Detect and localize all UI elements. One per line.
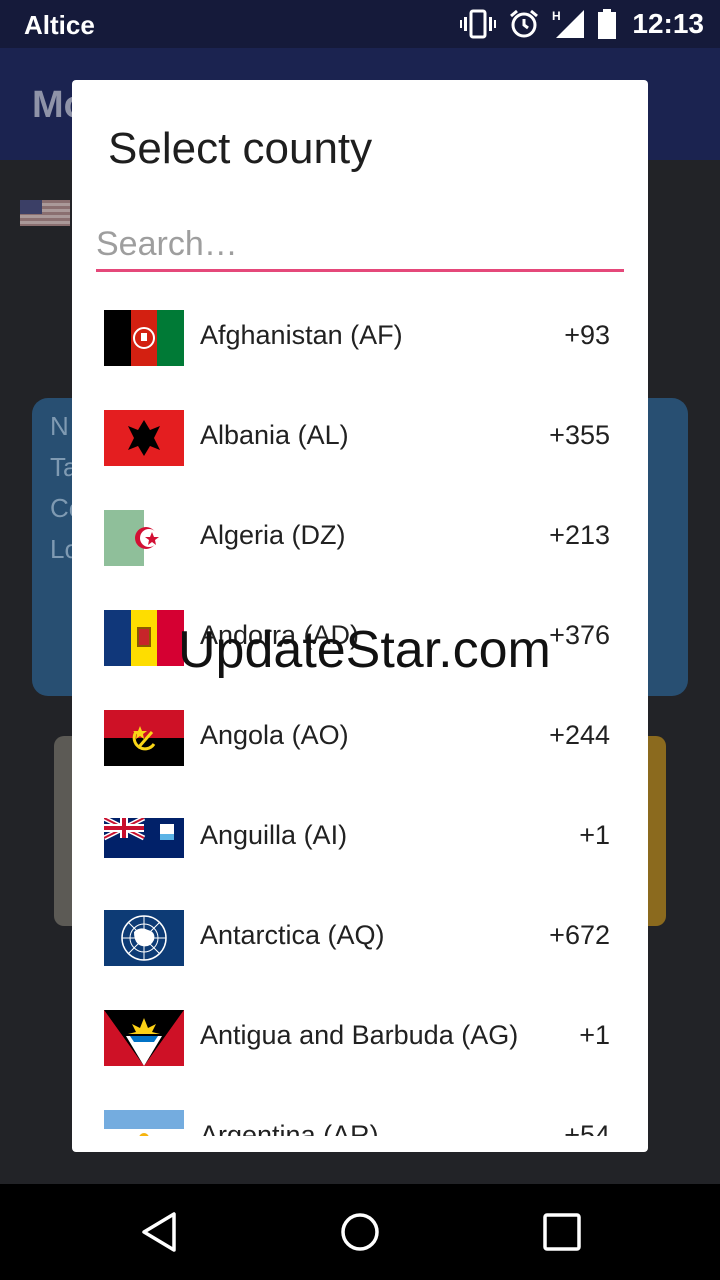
algeria-flag-icon (104, 510, 184, 566)
svg-text:H: H (552, 9, 561, 23)
dialog-title: Select county (108, 124, 373, 173)
country-list[interactable]: Afghanistan (AF) +93 Albania (AL) +355 A… (72, 288, 648, 1136)
dial-code: +376 (549, 620, 610, 650)
antarctica-flag-icon (104, 910, 184, 966)
watermark: UpdateStar.com (178, 621, 551, 679)
list-item-antigua-and-barbuda[interactable]: Antigua and Barbuda (AG) +1 (72, 988, 648, 1088)
list-item-anguilla[interactable]: Anguilla (AI) +1 (72, 788, 648, 888)
battery-icon (598, 9, 617, 39)
recents-icon[interactable] (540, 1210, 584, 1254)
status-bar: Altice H 12:13 (0, 0, 720, 48)
clock: 12:13 (632, 8, 704, 39)
albania-flag-icon (104, 410, 184, 466)
list-item-angola[interactable]: Angola (AO) +244 (72, 688, 648, 788)
us-flag-icon (20, 200, 70, 226)
country-name: Argentina (AR) (200, 1120, 379, 1136)
country-name: Afghanistan (AF) (200, 320, 403, 350)
andorra-flag-icon (104, 610, 184, 666)
dial-code: +244 (549, 720, 610, 750)
country-select-dialog: Select county Afghanistan (AF) +93 Alban… (72, 80, 648, 1152)
country-name: Albania (AL) (200, 420, 349, 450)
navigation-bar (0, 1184, 720, 1280)
list-item-albania[interactable]: Albania (AL) +355 (72, 388, 648, 488)
argentina-flag-icon (104, 1110, 184, 1136)
carrier-name: Altice (24, 10, 95, 40)
list-item-antarctica[interactable]: Antarctica (AQ) +672 (72, 888, 648, 988)
signal-icon: H (552, 9, 585, 38)
country-name: Antarctica (AQ) (200, 920, 385, 950)
dial-code: +1 (579, 820, 610, 850)
list-item-algeria[interactable]: Algeria (DZ) +213 (72, 488, 648, 588)
antigua-and-barbuda-flag-icon (104, 1010, 184, 1066)
search-input[interactable] (96, 220, 624, 272)
anguilla-flag-icon (104, 810, 184, 866)
dial-code: +1 (579, 1020, 610, 1050)
country-name: Angola (AO) (200, 720, 349, 750)
dial-code: +213 (549, 520, 610, 550)
back-icon[interactable] (138, 1210, 182, 1254)
country-name: Anguilla (AI) (200, 820, 348, 850)
country-name: Algeria (DZ) (200, 520, 346, 550)
list-item-afghanistan[interactable]: Afghanistan (AF) +93 (72, 288, 648, 388)
home-icon[interactable] (338, 1210, 382, 1254)
dial-code: +54 (564, 1120, 610, 1136)
vibrate-icon (460, 9, 497, 39)
dial-code: +355 (549, 420, 610, 450)
alarm-icon (510, 9, 539, 38)
afghanistan-flag-icon (104, 310, 184, 366)
dial-code: +672 (549, 920, 610, 950)
list-item-argentina[interactable]: Argentina (AR) +54 (72, 1088, 648, 1136)
dial-code: +93 (564, 320, 610, 350)
status-icons: H 12:13 (460, 8, 704, 40)
country-name: Antigua and Barbuda (AG) (200, 1020, 519, 1050)
angola-flag-icon (104, 710, 184, 766)
